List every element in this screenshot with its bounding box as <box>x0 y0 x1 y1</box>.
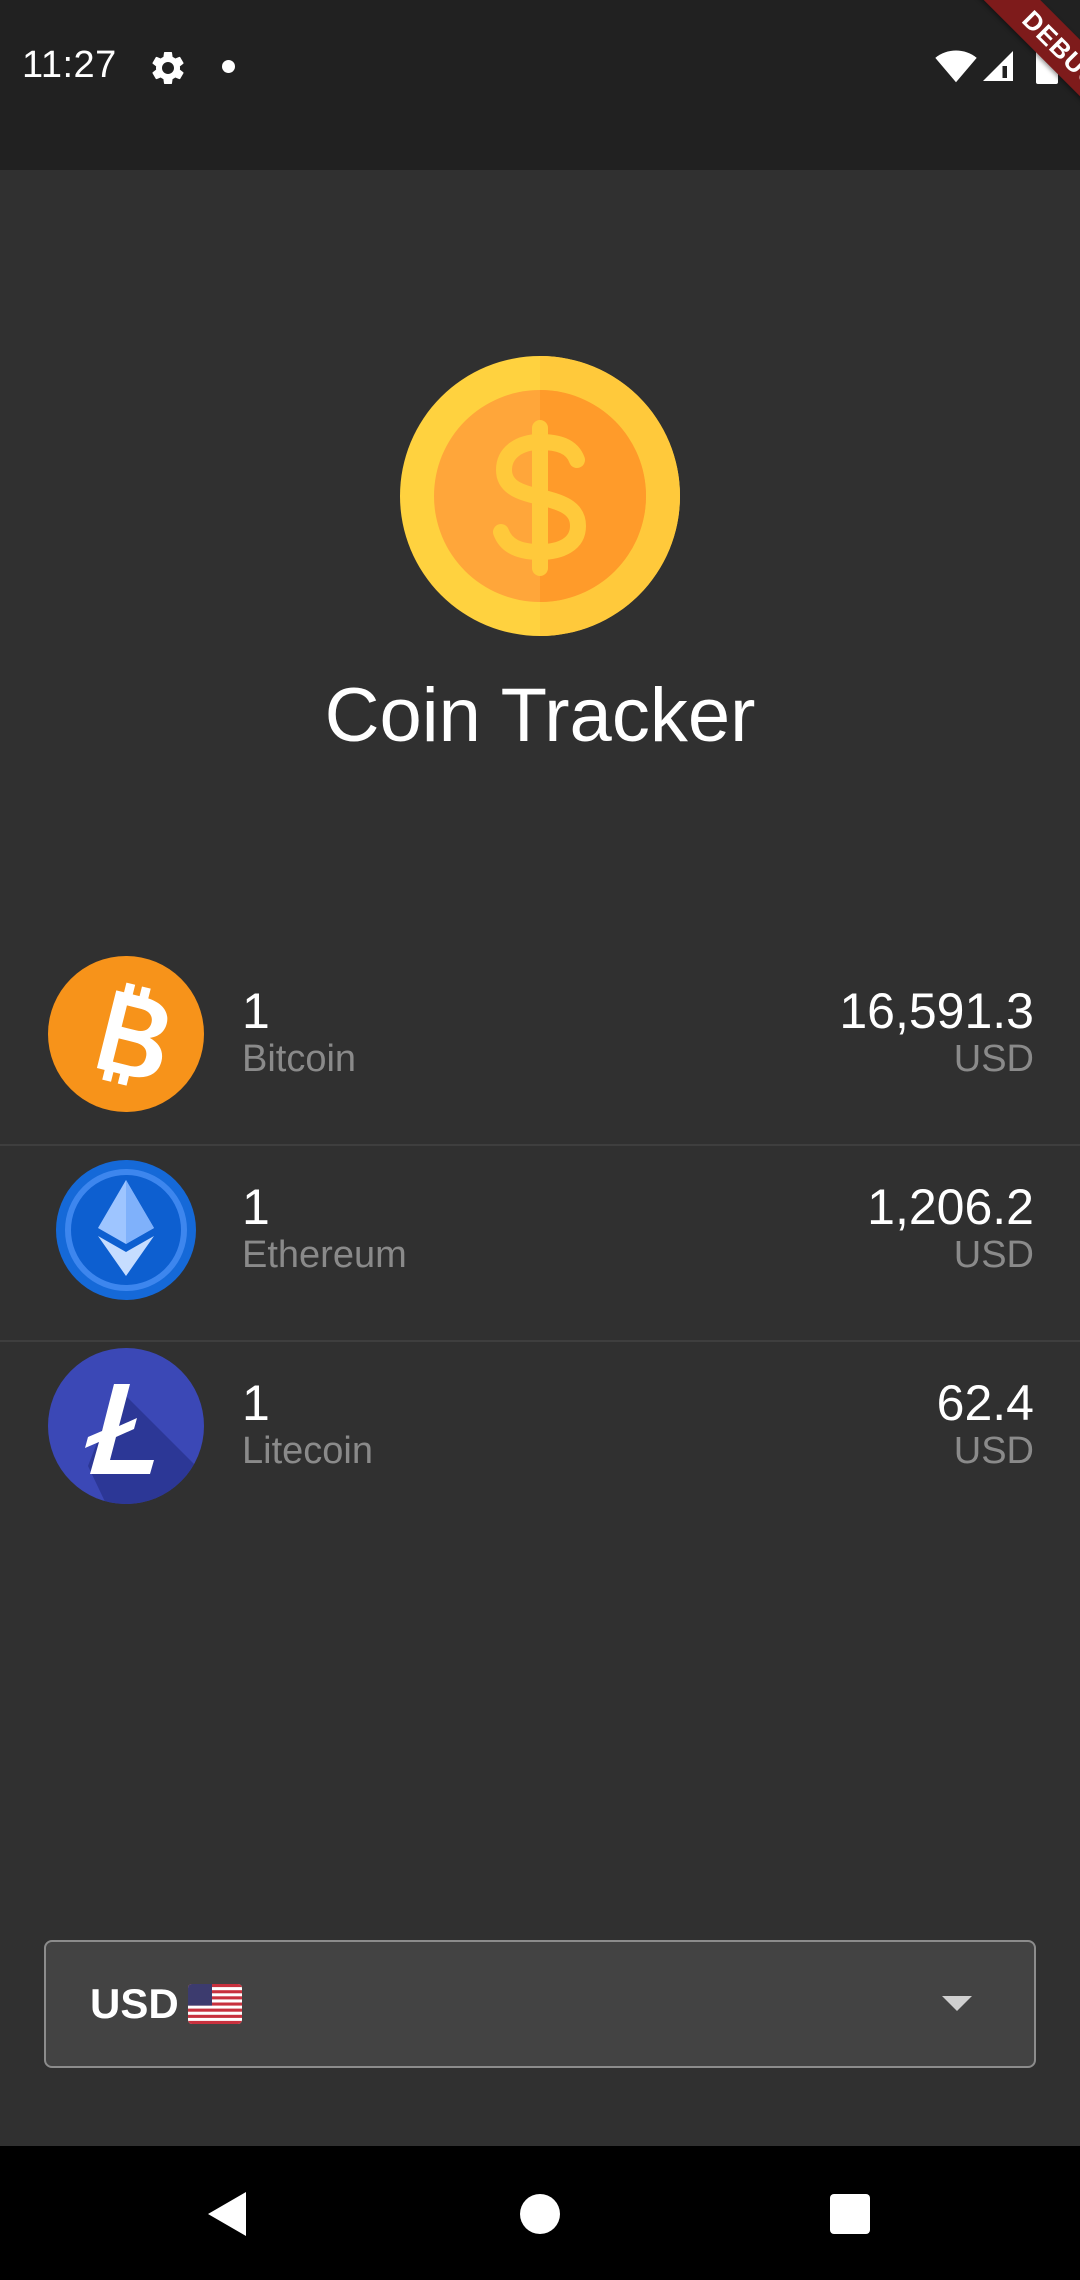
coin-name: Ethereum <box>242 1234 407 1276</box>
coin-price: 1,206.2 <box>867 1179 1034 1235</box>
back-icon[interactable] <box>204 2190 248 2238</box>
coin-amount: 1 <box>242 1179 270 1235</box>
ethereum-icon <box>56 1160 196 1300</box>
status-time: 11:27 <box>22 44 117 86</box>
coin-row-litecoin: 1 Litecoin 62.4 USD <box>0 1342 1080 1538</box>
litecoin-icon <box>48 1348 204 1504</box>
status-bar: 11:27 <box>0 0 1080 170</box>
battery-icon <box>1036 42 1058 84</box>
currency-dropdown[interactable]: USD <box>44 1940 1036 2068</box>
cell-signal-icon <box>983 51 1013 81</box>
us-flag-icon <box>188 1984 242 2024</box>
coin-price: 62.4 <box>936 1375 1034 1431</box>
coin-amount: 1 <box>242 1375 270 1431</box>
coin-amount: 1 <box>242 983 270 1039</box>
coin-name: Litecoin <box>242 1430 373 1472</box>
currency-selected-label: USD <box>90 1980 179 2027</box>
coin-currency: USD <box>953 1038 1034 1080</box>
wifi-icon <box>935 50 977 83</box>
coin-currency: USD <box>953 1430 1034 1472</box>
coin-row-ethereum: 1 Ethereum 1,206.2 USD <box>0 1146 1080 1342</box>
app-title: Coin Tracker <box>324 673 756 758</box>
chevron-down-icon <box>942 1996 972 2011</box>
coin-name: Bitcoin <box>242 1038 357 1080</box>
gold-coin-dollar-icon <box>400 356 680 636</box>
recents-icon[interactable] <box>830 2194 870 2234</box>
bitcoin-icon <box>48 956 204 1112</box>
coin-row-bitcoin: 1 Bitcoin 16,591.3 USD <box>0 950 1080 1146</box>
gear-icon <box>152 51 184 84</box>
notification-dot-icon <box>222 60 235 73</box>
nav-bar <box>0 2146 1080 2280</box>
home-icon[interactable] <box>520 2194 560 2234</box>
coin-list: 1 Bitcoin 16,591.3 USD 1 Ethereum 1,206.… <box>0 950 1080 1538</box>
coin-price: 16,591.3 <box>839 983 1034 1039</box>
coin-currency: USD <box>953 1234 1034 1276</box>
